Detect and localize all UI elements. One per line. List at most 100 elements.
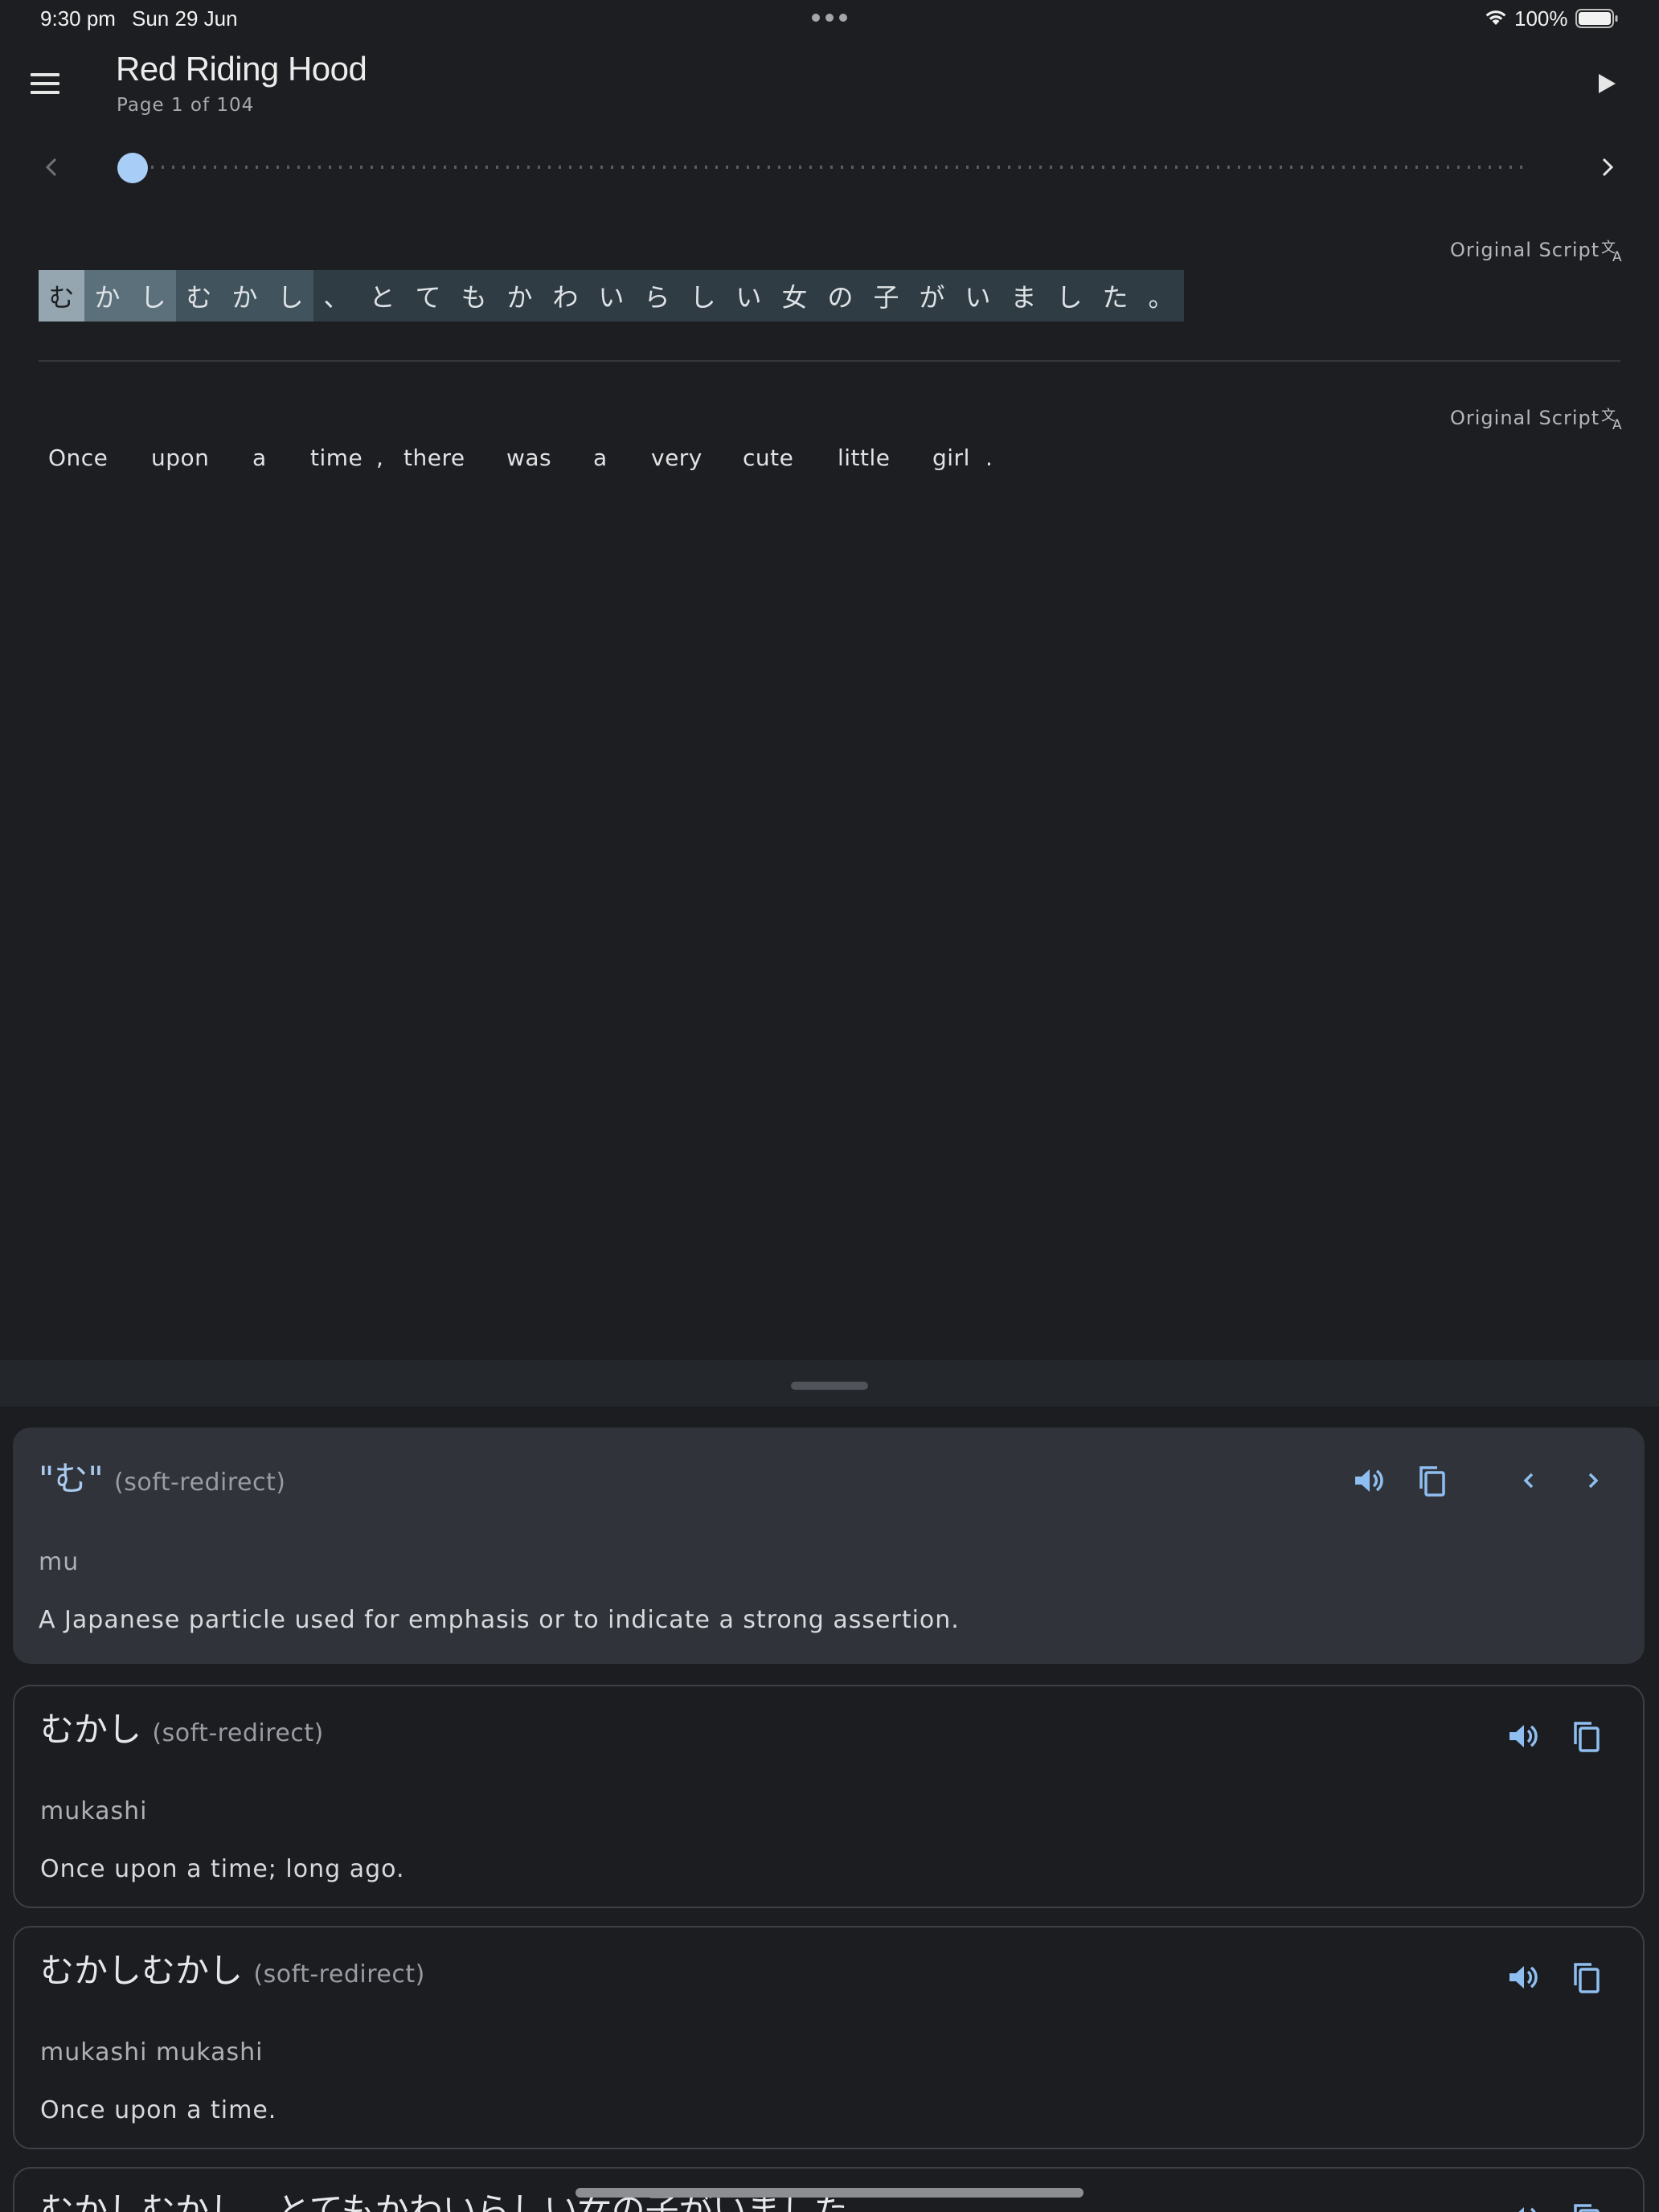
- volume-icon: [1509, 1725, 1538, 1747]
- speak-button[interactable]: [1349, 1461, 1387, 1500]
- prev-page-button[interactable]: [39, 151, 64, 183]
- translation-script-label: Original Script: [1450, 407, 1600, 429]
- card-gloss: A Japanese particle used for emphasis or…: [39, 1606, 960, 1634]
- translation-token[interactable]: cute: [743, 444, 793, 471]
- play-button[interactable]: [1591, 69, 1620, 98]
- original-token[interactable]: て: [405, 270, 451, 322]
- original-token[interactable]: 、: [313, 270, 359, 322]
- original-token[interactable]: む: [176, 270, 222, 322]
- copy-button[interactable]: [1567, 2199, 1606, 2212]
- translation-token[interactable]: .: [985, 444, 993, 471]
- battery-icon: [1575, 9, 1618, 28]
- translation-token[interactable]: a: [252, 444, 267, 471]
- dictionary-card[interactable]: "む" (soft-redirect) mu A Japanese partic…: [13, 1428, 1645, 1664]
- dictionary-card[interactable]: むかしむかし (soft-redirect) mukashi mukashi O…: [13, 1926, 1645, 2149]
- next-entry-button[interactable]: [1574, 1461, 1612, 1500]
- card-reading: mukashi mukashi: [40, 2038, 264, 2067]
- translation-token[interactable]: was: [506, 444, 551, 471]
- copy-icon: [1419, 1466, 1445, 1497]
- translation-token[interactable]: Once: [48, 444, 108, 471]
- sheet-handle[interactable]: [791, 1382, 868, 1390]
- copy-button[interactable]: [1413, 1461, 1452, 1500]
- volume-icon: [1355, 1469, 1383, 1492]
- translation-token[interactable]: very: [651, 444, 703, 471]
- original-token[interactable]: し: [268, 270, 313, 322]
- chevron-left-icon: [45, 158, 57, 177]
- original-token[interactable]: し: [680, 270, 726, 322]
- original-token[interactable]: た: [1092, 270, 1138, 322]
- speak-button[interactable]: [1503, 1717, 1542, 1755]
- slider-track[interactable]: [130, 166, 1530, 169]
- card-gloss: Once upon a time.: [40, 2096, 277, 2124]
- original-token[interactable]: か: [222, 270, 268, 322]
- status-date: Sun 29 Jun: [132, 6, 238, 31]
- original-token[interactable]: む: [39, 270, 84, 322]
- card-tag: (soft-redirect): [253, 1960, 425, 1989]
- translation-token[interactable]: a: [593, 444, 608, 471]
- copy-button[interactable]: [1567, 1717, 1606, 1755]
- original-token[interactable]: い: [955, 270, 1001, 322]
- original-sentence: むかしむかし、とてもかわいらしい女の子がいました。: [39, 270, 1184, 322]
- volume-icon: [1518, 2207, 1536, 2212]
- translate-icon: 文 A: [1601, 408, 1622, 432]
- card-reading: mukashi: [40, 1797, 148, 1825]
- translation-token[interactable]: little: [838, 444, 891, 471]
- original-token[interactable]: 子: [863, 270, 909, 322]
- book-title: Red Riding Hood: [116, 50, 367, 88]
- original-token[interactable]: ま: [1001, 270, 1047, 322]
- translation-script-toggle[interactable]: Original Script 文 A: [1450, 404, 1628, 432]
- multitask-dots-icon[interactable]: [812, 14, 847, 22]
- card-headword: むかし (soft-redirect): [40, 1710, 324, 1749]
- page-indicator: Page 1 of 104: [117, 95, 255, 116]
- original-token[interactable]: わ: [543, 270, 588, 322]
- svg-text:A: A: [1612, 249, 1623, 264]
- original-token[interactable]: の: [817, 270, 863, 322]
- original-token[interactable]: ら: [634, 270, 680, 322]
- translation-token[interactable]: time: [310, 444, 363, 471]
- next-page-button[interactable]: [1595, 151, 1620, 183]
- speak-button[interactable]: [1503, 2199, 1542, 2212]
- chevron-left-icon: [1523, 1473, 1534, 1489]
- chevron-right-icon: [1602, 158, 1614, 177]
- play-icon: [1599, 74, 1616, 93]
- prev-entry-button[interactable]: [1509, 1461, 1548, 1500]
- card-reading: mu: [39, 1548, 80, 1576]
- original-token[interactable]: が: [909, 270, 955, 322]
- card-tag: (soft-redirect): [152, 1719, 324, 1747]
- original-script-label: Original Script: [1450, 239, 1600, 261]
- original-token[interactable]: と: [359, 270, 405, 322]
- original-token[interactable]: い: [588, 270, 634, 322]
- translation-token[interactable]: ,: [376, 444, 383, 471]
- home-indicator[interactable]: [576, 2188, 1083, 2198]
- divider: [39, 360, 1620, 362]
- original-token[interactable]: 。: [1138, 270, 1184, 322]
- card-headword: むかしむかし (soft-redirect): [40, 1951, 425, 1990]
- translation-token[interactable]: there: [403, 444, 465, 471]
- translation-token[interactable]: upon: [151, 444, 209, 471]
- original-token[interactable]: し: [130, 270, 176, 322]
- menu-button[interactable]: [24, 66, 66, 101]
- dictionary-sheet: "む" (soft-redirect) mu A Japanese partic…: [0, 1360, 1659, 2212]
- menu-icon: [31, 73, 59, 76]
- original-token[interactable]: か: [84, 270, 130, 322]
- original-token[interactable]: い: [726, 270, 772, 322]
- copy-button[interactable]: [1567, 1958, 1606, 1997]
- volume-icon: [1509, 1966, 1538, 1989]
- card-headword: "む" (soft-redirect): [39, 1459, 286, 1498]
- original-token[interactable]: し: [1047, 270, 1092, 322]
- original-token[interactable]: か: [497, 270, 543, 322]
- slider-thumb[interactable]: [117, 153, 148, 183]
- card-tag: (soft-redirect): [114, 1469, 286, 1497]
- page-slider[interactable]: [117, 153, 1530, 183]
- speak-button[interactable]: [1503, 1958, 1542, 1997]
- original-token[interactable]: 女: [772, 270, 817, 322]
- translation-token[interactable]: girl: [932, 444, 970, 471]
- original-token[interactable]: も: [451, 270, 497, 322]
- chevron-right-icon: [1588, 1473, 1599, 1489]
- original-script-toggle[interactable]: Original Script 文 A: [1450, 236, 1628, 264]
- status-time: 9:30 pm: [40, 6, 116, 31]
- copy-icon: [1574, 1963, 1600, 1993]
- sheet-drag-area[interactable]: [0, 1360, 1659, 1407]
- dictionary-card[interactable]: むかし (soft-redirect) mukashi Once upon a …: [13, 1685, 1645, 1908]
- card-gloss: Once upon a time; long ago.: [40, 1855, 405, 1883]
